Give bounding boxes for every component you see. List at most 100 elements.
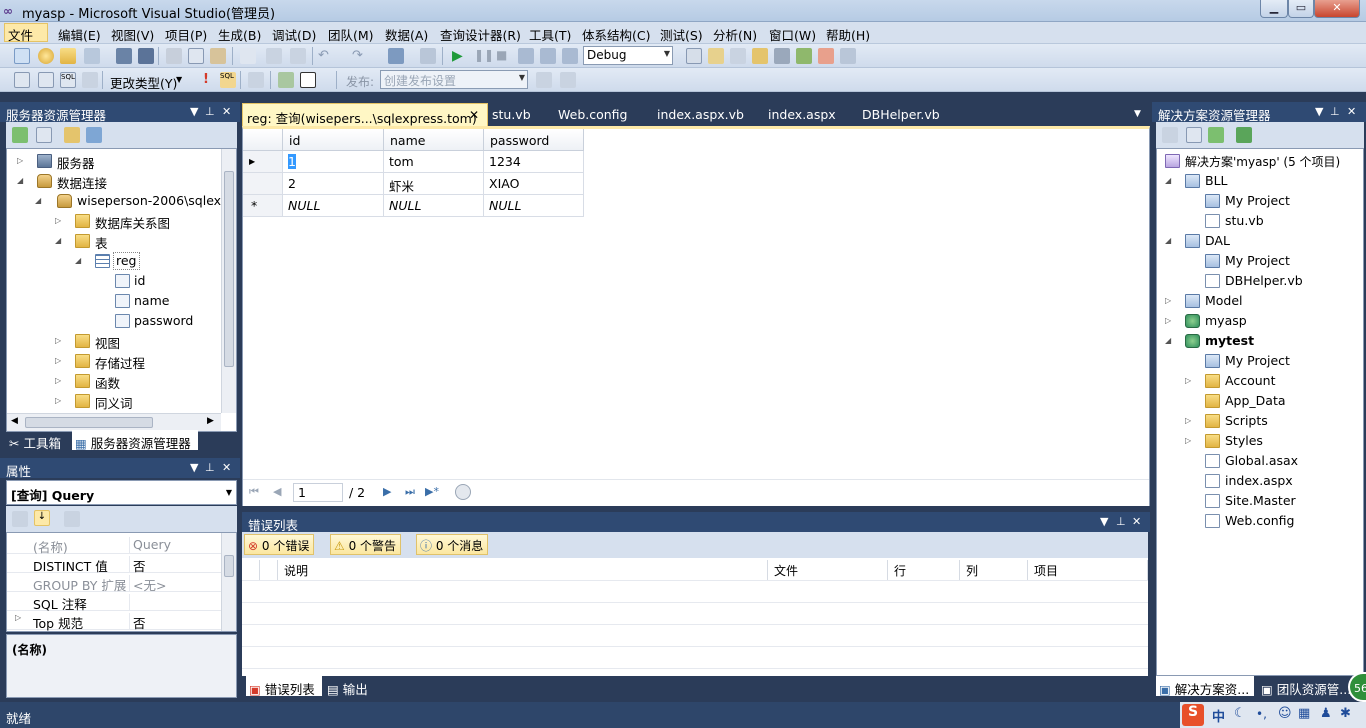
solution-configuration-dropdown[interactable]: Debug ▼ [583,46,673,65]
chevron-down-icon[interactable]: ▼ [1315,105,1323,118]
start-page-icon[interactable] [818,48,834,64]
step-into-icon[interactable] [518,48,534,64]
moon-icon[interactable]: ☾ [1234,706,1246,721]
save-all-icon[interactable] [138,48,154,64]
tree-item-diagrams[interactable]: ▷ 数据库关系图 [7,211,223,231]
tree-item-tables[interactable]: ◢ 表 [7,231,223,251]
uncomment-icon[interactable] [290,48,306,64]
refresh-icon[interactable] [1208,127,1224,143]
tree-item-solution[interactable]: 解决方案'myasp' (5 个项目) [1157,151,1363,171]
alphabetical-icon[interactable]: ↓ [34,510,50,526]
errors-filter-button[interactable]: ⊗ 0 个错误 [244,534,315,555]
command-window-icon[interactable] [840,48,856,64]
menu-debug[interactable]: 调试(D) [272,25,316,44]
tree-item-styles[interactable]: ▷ Styles [1157,431,1363,451]
menu-data[interactable]: 数据(A) [385,25,428,44]
tree-item-col-id[interactable]: id [7,271,223,291]
show-diagram-pane-icon[interactable] [14,72,30,88]
tree-item-account[interactable]: ▷ Account [1157,371,1363,391]
output-tab[interactable]: ▤ 输出 [324,676,374,697]
scrollbar-thumb[interactable] [224,171,234,367]
tree-item-dbhelper-vb[interactable]: DBHelper.vb [1157,271,1363,291]
team-explorer-tab[interactable]: ▣ 团队资源管... [1258,676,1358,697]
show-all-files-icon[interactable] [1186,127,1202,143]
vertical-scrollbar[interactable] [221,533,236,631]
menu-edit[interactable]: 编辑(E) [58,25,101,44]
extension-manager-icon[interactable] [796,48,812,64]
tree-item-mytest-myproject[interactable]: My Project [1157,351,1363,371]
menu-project[interactable]: 项目(P) [165,25,207,44]
categorized-icon[interactable] [12,511,28,527]
undo-icon[interactable]: ↶ [318,48,334,64]
properties-object-selector[interactable]: [查询] Query ▼ [6,480,237,505]
property-value[interactable] [129,594,133,611]
new-record-icon[interactable]: ▶* [425,485,439,498]
properties-window-icon[interactable] [730,48,746,64]
add-table-icon[interactable] [278,72,294,88]
close-icon[interactable]: ✕ [1132,515,1141,528]
close-icon[interactable]: ✕ [222,461,231,474]
tree-item-dal-myproject[interactable]: My Project [1157,251,1363,271]
grid-cell[interactable]: NULL [384,195,484,217]
pin-icon[interactable]: ⊥ [205,461,215,474]
tree-item-global-asax[interactable]: Global.asax [1157,451,1363,471]
scrollbar-thumb[interactable] [224,555,234,577]
grid-cell[interactable]: tom [384,151,484,173]
expand-icon[interactable]: ▷ [55,336,61,345]
column-header-name[interactable]: name [384,129,484,151]
tree-item-servers[interactable]: ▷ 服务器 [7,151,223,171]
tab-index-aspx[interactable]: index.aspx [768,103,836,126]
tab-reg-query[interactable]: reg: 查询(wisepers...\sqlexpress.tom) ✕ [242,103,488,126]
tab-stu-vb[interactable]: stu.vb [492,103,531,126]
object-browser-icon[interactable] [752,48,768,64]
show-criteria-pane-icon[interactable] [38,72,54,88]
tree-item-synonyms[interactable]: ▷ 同义词 [7,391,223,411]
previous-record-icon[interactable]: ◀ [273,485,281,498]
cut-icon[interactable] [166,48,182,64]
find-in-files-icon[interactable] [686,48,702,64]
sogou-ime-icon[interactable]: S [1182,704,1204,726]
publish-options-icon[interactable] [560,72,576,88]
save-icon[interactable] [116,48,132,64]
skin-icon[interactable]: ✱ [1340,706,1351,721]
show-results-pane-icon[interactable] [82,72,98,88]
ime-language[interactable]: 中 [1212,706,1225,725]
close-icon[interactable]: ✕ [222,105,231,118]
expand-icon[interactable]: ▷ [55,356,61,365]
verify-sql-icon[interactable]: SQL [220,72,236,88]
expand-icon[interactable]: ▷ [55,216,61,225]
emoji-icon[interactable]: ☺ [1278,706,1292,721]
grid-cell[interactable]: NULL [484,195,584,217]
expand-icon[interactable]: ▷ [55,396,61,405]
connect-to-server-icon[interactable] [86,127,102,143]
row-selector[interactable] [243,173,283,195]
expand-icon[interactable]: ▷ [1185,376,1191,385]
collapse-icon[interactable]: ◢ [55,236,61,245]
expand-icon[interactable]: ▷ [1185,416,1191,425]
property-pages-icon[interactable] [64,511,80,527]
properties-icon[interactable] [1162,127,1178,143]
execute-sql-icon[interactable]: ! [198,72,214,88]
close-icon[interactable]: ✕ [1347,105,1356,118]
tree-item-dal[interactable]: ◢ DAL [1157,231,1363,251]
tree-item-col-name[interactable]: name [7,291,223,311]
maximize-button[interactable]: ▭ [1288,0,1314,18]
first-record-icon[interactable]: ⏮ [249,485,259,499]
menu-analyze[interactable]: 分析(N) [713,25,757,44]
stop-refresh-icon[interactable] [36,127,52,143]
tree-item-col-password[interactable]: password [7,311,223,331]
open-file-icon[interactable] [60,48,76,64]
tree-item-web-config[interactable]: Web.config [1157,511,1363,531]
minimize-button[interactable]: ▁ [1260,0,1288,18]
expand-icon[interactable]: ▷ [1165,316,1171,325]
last-record-icon[interactable]: ⏭ [405,485,415,499]
row-selector-current-icon[interactable]: ▶ [243,151,283,173]
pause-icon[interactable]: ❚❚ [474,48,494,64]
grid-cell[interactable]: XIAO [484,173,584,195]
pin-icon[interactable]: ⊥ [1116,515,1126,528]
tree-item-functions[interactable]: ▷ 函数 [7,371,223,391]
add-new-item-icon[interactable] [84,48,100,64]
view-class-diagram-icon[interactable] [1236,127,1252,143]
tab-index-aspx-vb[interactable]: index.aspx.vb [657,103,744,126]
solution-explorer-tab[interactable]: ▣ 解决方案资... [1156,676,1254,697]
